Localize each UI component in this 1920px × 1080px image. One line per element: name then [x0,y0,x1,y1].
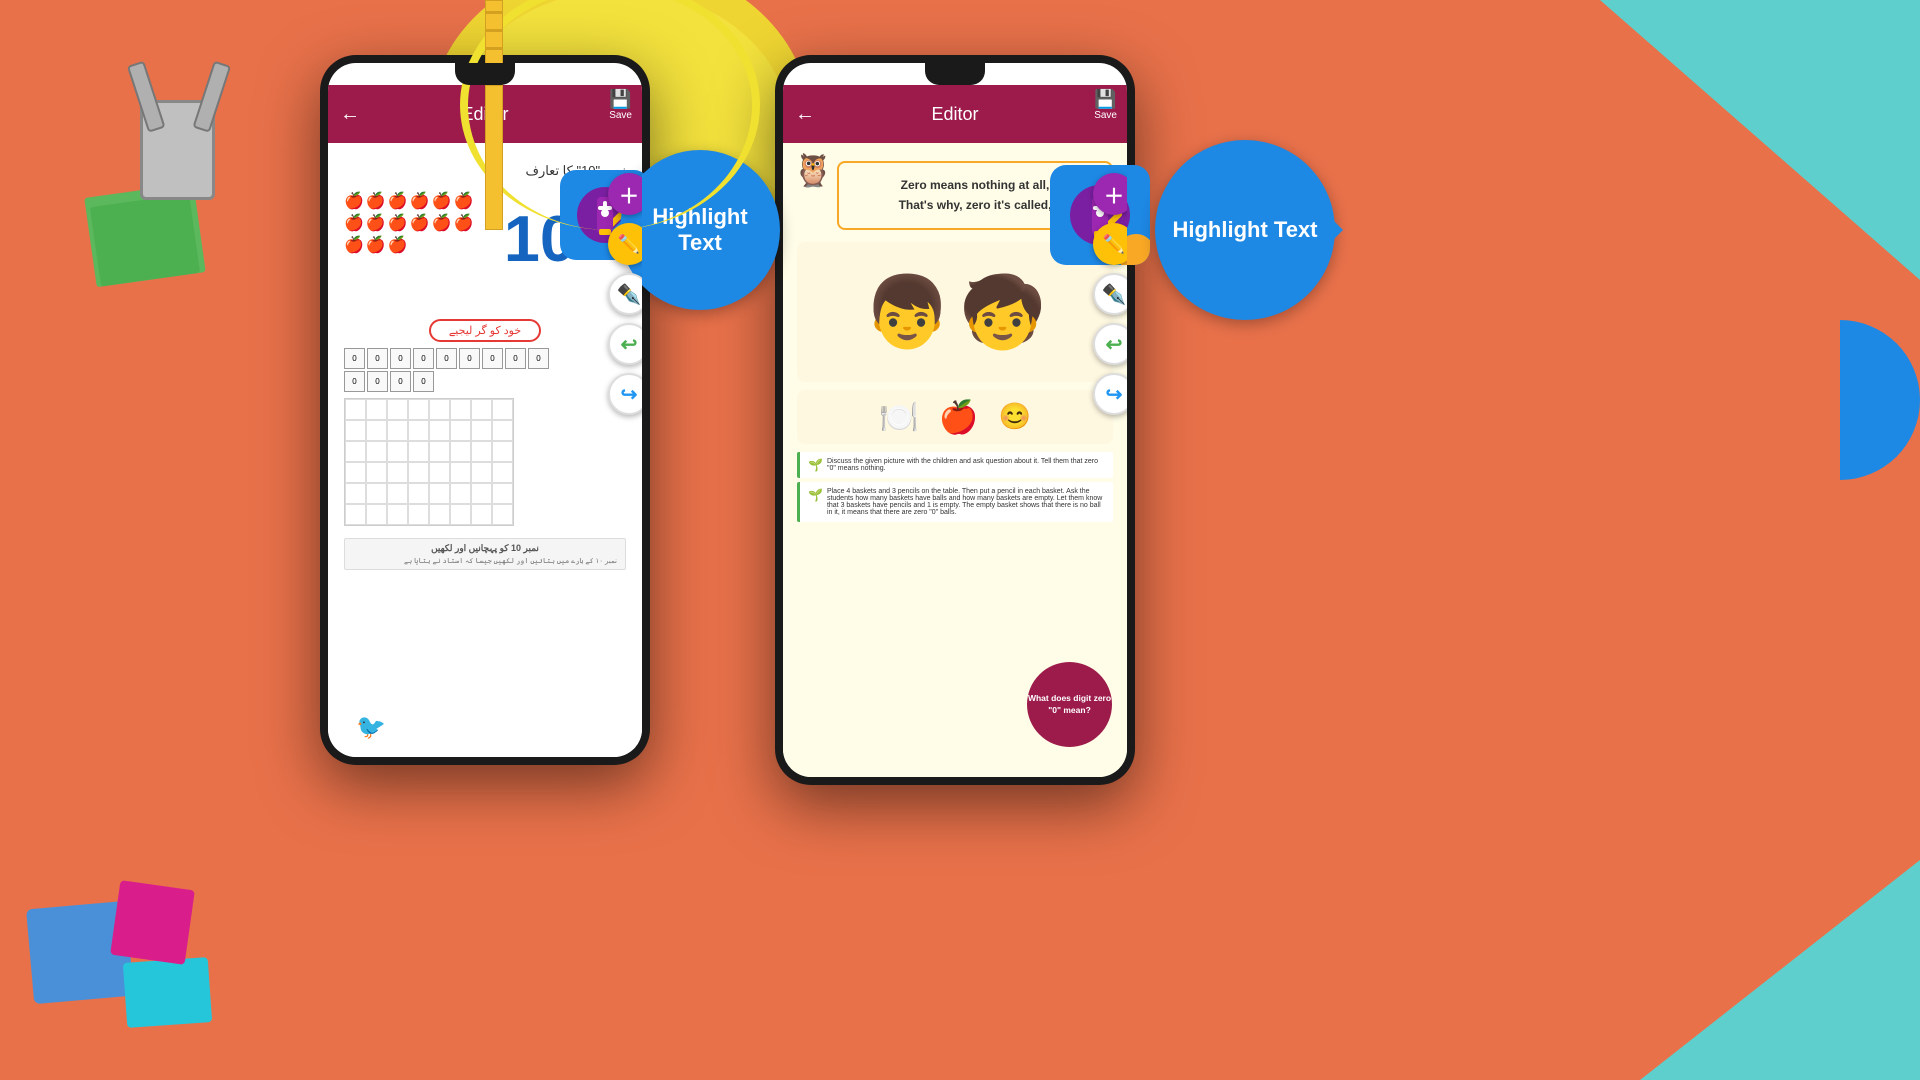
pen-tool-btn[interactable]: ✒️ [608,273,642,315]
food-illustration: 🍽️ 🍎 😊 [797,390,1113,444]
blue-semicircle [1840,320,1920,480]
bird-illustration: 🦉 [793,151,833,189]
app-header-2: ← Editor 💾 Save [783,85,1127,143]
ruler [485,0,503,230]
add-tool-btn[interactable]: ＋ [608,173,642,215]
what-does-box: What does digit zero "0" mean? [1027,662,1112,747]
pencil-tool-btn[interactable]: ✏️ [608,223,642,265]
green-paper-inner [90,193,200,286]
undo-tool-btn-2[interactable]: ↩ [1093,323,1127,365]
highlight-text-bubble-2: Highlight Text [1155,140,1335,320]
header-title-2: Editor [931,104,978,125]
pen-tool-btn-2[interactable]: ✒️ [1093,273,1127,315]
bottom-text-box-1: نمبر 10 کو پہچانیں اور لکھیں نمبر ١٠ کے … [344,538,626,570]
block-teal [123,957,212,1028]
bg-decoration-top-right [1600,0,1920,280]
oval-label: خود کو گر لیجیے [344,319,626,342]
highlight-text-label-2: Highlight Text [1172,217,1317,243]
redo-tool-btn[interactable]: ↪ [608,373,642,415]
save-button-2[interactable]: 💾 Save [1094,89,1117,121]
apples-illustration: 🍎🍎🍎🍎🍎 🍎🍎🍎🍎🍎 🍎🍎🍎🍎🍎 [344,191,489,255]
save-label-2: Save [1094,110,1117,121]
teacher-note-1: 🌱 Discuss the given picture with the chi… [797,452,1113,478]
undo-tool-btn[interactable]: ↩ [608,323,642,365]
pencil-tool-btn-2[interactable]: ✏️ [1093,223,1127,265]
bg-decoration-bottom-right [1640,860,1920,1080]
add-tool-btn-2[interactable]: ＋ [1093,173,1127,215]
character-bottom-1: 🐦 [356,713,386,742]
block-pink [110,880,195,965]
redo-tool-btn-2[interactable]: ↪ [1093,373,1127,415]
binder-clip [140,50,220,200]
phone-notch-1 [455,63,515,85]
back-button-2[interactable]: ← [795,103,815,126]
teacher-note-2: 🌱 Place 4 baskets and 3 pencils on the t… [797,482,1113,522]
save-icon-2: 💾 [1094,89,1117,110]
writing-grid [344,398,514,526]
tool-buttons-2: ＋ ✏️ ✒️ ↩ ↪ [1093,173,1127,415]
number-grid: 0 0 0 0 0 0 0 0 0 0 0 0 0 [344,348,626,392]
back-button-1[interactable]: ← [340,103,360,126]
tool-buttons-1: ＋ ✏️ ✒️ ↩ ↪ [608,173,642,415]
phone-notch-2 [925,63,985,85]
